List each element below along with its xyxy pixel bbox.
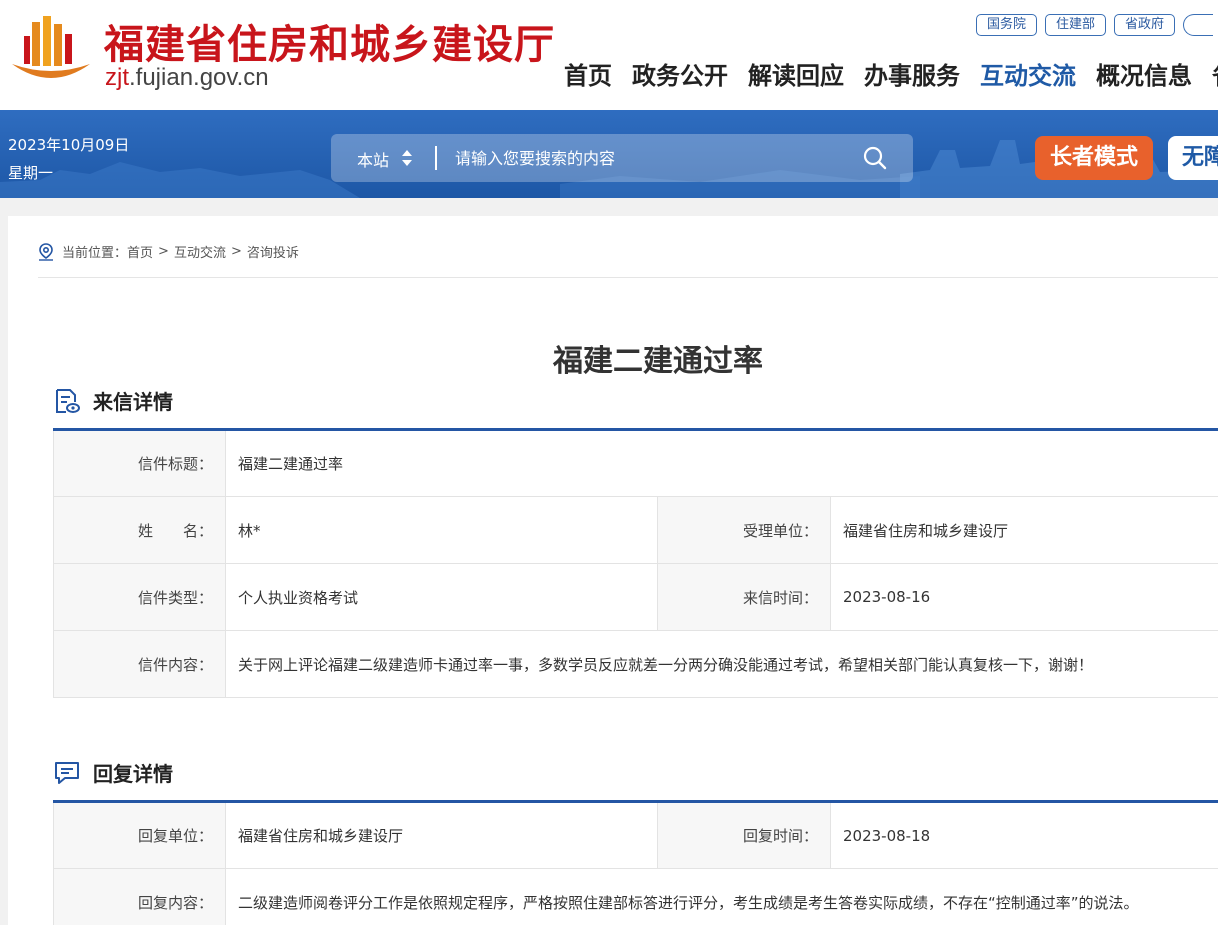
- site-domain: zjt.fujian.gov.cn: [105, 64, 269, 92]
- nav-overview[interactable]: 概况信息: [1096, 56, 1192, 91]
- content-card: 当前位置： 首页 > 互动交流 > 咨询投诉 福建二建通过率 来信详情 信件标题…: [8, 216, 1218, 925]
- name-value: 林*: [225, 496, 658, 564]
- breadcrumb-home[interactable]: 首页: [127, 242, 153, 261]
- reply-time-value: 2023-08-18: [830, 801, 1218, 869]
- nav-more-partial[interactable]: 省: [1212, 56, 1218, 91]
- letter-section-header: 来信详情: [53, 386, 173, 415]
- breadcrumb-separator: >: [230, 244, 242, 259]
- table-row: 回复单位： 福建省住房和城乡建设厅 回复时间： 2023-08-18: [53, 801, 1218, 869]
- reply-content-label: 回复内容：: [53, 868, 226, 925]
- reply-section-header: 回复详情: [53, 758, 173, 787]
- search-scope-select[interactable]: 本站: [357, 147, 389, 171]
- letter-time-label: 来信时间：: [657, 563, 831, 631]
- site-header: 福建省住房和城乡建设厅 zjt.fujian.gov.cn 国务院 住建部 省政…: [0, 0, 1218, 110]
- letter-section-title: 来信详情: [93, 390, 173, 414]
- sort-updown-icon[interactable]: [401, 148, 413, 168]
- nav-gov-affairs[interactable]: 政务公开: [632, 56, 728, 91]
- table-row: 信件内容： 关于网上评论福建二级建造师卡通过率一事，多数学员反应就差一分两分确没…: [53, 630, 1218, 698]
- domain-prefix: zjt: [105, 64, 129, 91]
- chat-bubble-icon: [55, 761, 79, 784]
- link-state-council[interactable]: 国务院: [976, 14, 1038, 36]
- search-bar: 本站: [331, 134, 913, 182]
- page-title: 福建二建通过率: [553, 344, 763, 379]
- current-date: 2023年10月09日: [8, 136, 130, 154]
- table-row: 姓 名： 林* 受理单位： 福建省住房和城乡建设厅: [53, 496, 1218, 564]
- letter-time-value: 2023-08-16: [829, 563, 1218, 631]
- elder-mode-button[interactable]: 长者模式: [1035, 136, 1153, 180]
- link-ministry-housing[interactable]: 住建部: [1045, 14, 1107, 36]
- search-icon[interactable]: [863, 146, 887, 170]
- table-row: 回复内容： 二级建造师阅卷评分工作是依照规定程序，严格按照住建部标答进行评分，考…: [53, 868, 1218, 925]
- main-nav: 首页 政务公开 解读回应 办事服务 互动交流 概况信息 省: [564, 56, 1218, 91]
- link-more-partial[interactable]: [1183, 14, 1214, 36]
- letter-content-label: 信件内容：: [53, 630, 226, 698]
- current-weekday: 星期一: [8, 164, 54, 182]
- nav-home[interactable]: 首页: [564, 56, 612, 91]
- subject-value: 福建二建通过率: [224, 429, 1218, 497]
- breadcrumb-separator: >: [158, 244, 169, 259]
- department-logo[interactable]: [8, 14, 94, 88]
- subject-label: 信件标题：: [53, 429, 226, 497]
- nav-interpretation[interactable]: 解读回应: [748, 56, 844, 91]
- reply-time-label: 回复时间：: [657, 801, 831, 869]
- reply-section-title: 回复详情: [93, 762, 173, 786]
- handling-unit-value: 福建省住房和城乡建设厅: [829, 496, 1218, 564]
- nav-services[interactable]: 办事服务: [864, 56, 960, 91]
- nav-interaction[interactable]: 互动交流: [980, 56, 1076, 91]
- domain-suffix: .fujian.gov.cn: [129, 64, 269, 91]
- breadcrumb-interaction[interactable]: 互动交流: [174, 242, 226, 261]
- letter-type-label: 信件类型：: [53, 563, 226, 631]
- site-title[interactable]: 福建省住房和城乡建设厅: [104, 12, 555, 70]
- table-row: 信件类型： 个人执业资格考试 来信时间： 2023-08-16: [53, 563, 1218, 631]
- top-links: 国务院 住建部 省政府: [976, 14, 1214, 36]
- accessibility-button[interactable]: 无障碍: [1168, 136, 1218, 180]
- letter-type-value: 个人执业资格考试: [225, 563, 658, 631]
- link-province-gov[interactable]: 省政府: [1114, 14, 1176, 36]
- name-label: 姓 名：: [53, 496, 226, 564]
- handling-unit-label: 受理单位：: [657, 496, 831, 564]
- letter-details-table: 信件标题： 福建二建通过率 姓 名： 林* 受理单位： 福建省住房和城乡建设厅 …: [53, 428, 1218, 698]
- document-view-icon: [56, 388, 80, 413]
- banner: 2023年10月09日 星期一 本站 长者模式 无障碍: [0, 110, 1218, 198]
- reply-details-table: 回复单位： 福建省住房和城乡建设厅 回复时间： 2023-08-18 回复内容：…: [53, 800, 1218, 925]
- letter-content-value: 关于网上评论福建二级建造师卡通过率一事，多数学员反应就差一分两分确没能通过考试，…: [224, 630, 1218, 698]
- reply-unit-value: 福建省住房和城乡建设厅: [225, 801, 658, 869]
- table-row: 信件标题： 福建二建通过率: [53, 429, 1218, 497]
- location-pin-icon: [39, 242, 53, 261]
- breadcrumb-consult[interactable]: 咨询投诉: [247, 242, 299, 261]
- breadcrumb: 当前位置： 首页 > 互动交流 > 咨询投诉: [38, 242, 299, 261]
- breadcrumb-prefix: 当前位置：: [62, 246, 128, 261]
- search-divider: [435, 146, 437, 170]
- search-input[interactable]: [455, 142, 845, 174]
- reply-unit-label: 回复单位：: [53, 801, 226, 869]
- breadcrumb-divider: [38, 277, 1218, 278]
- reply-content-value: 二级建造师阅卷评分工作是依照规定程序，严格按照住建部标答进行评分，考生成绩是考生…: [225, 868, 1218, 925]
